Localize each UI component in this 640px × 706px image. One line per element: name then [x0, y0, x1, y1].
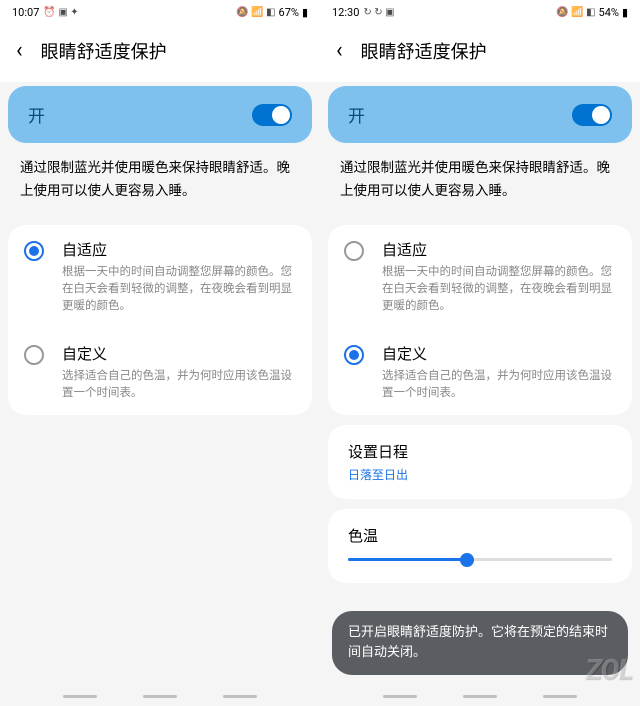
- slider-thumb[interactable]: [460, 553, 474, 567]
- description-text: 通过限制蓝光并使用暖色来保持眼睛舒适。晚上使用可以使人更容易入睡。: [320, 143, 640, 225]
- radio-title: 自适应: [382, 239, 612, 260]
- radio-option-adaptive[interactable]: 自适应 根据一天中的时间自动调整您屏幕的颜色。您在白天会看到轻微的调整，在夜晚会…: [328, 225, 632, 329]
- radio-option-custom[interactable]: 自定义 选择适合自己的色温，并为何时应用该色温设置一个时间表。: [328, 329, 632, 416]
- status-notif-icons: ↻ ↻ ▣: [363, 7, 394, 18]
- status-battery: 67%: [279, 6, 299, 19]
- status-notif-icons: ⏰ ▣ ✦: [43, 7, 78, 18]
- description-text: 通过限制蓝光并使用暖色来保持眼睛舒适。晚上使用可以使人更容易入睡。: [0, 143, 320, 225]
- nav-hint: [543, 695, 577, 698]
- back-icon[interactable]: ‹: [16, 40, 23, 62]
- toggle-switch[interactable]: [572, 104, 612, 126]
- radio-title: 自适应: [62, 239, 292, 260]
- phone-left: 10:07 ⏰ ▣ ✦ 🔕 📶 ◧ 67% ▮ ‹ 眼睛舒适度保护 开 通过限制…: [0, 0, 320, 706]
- temp-slider[interactable]: [348, 558, 612, 561]
- battery-icon: ▮: [302, 6, 308, 19]
- radio-desc: 根据一天中的时间自动调整您屏幕的颜色。您在白天会看到轻微的调整，在夜晚会看到明显…: [62, 263, 292, 315]
- toast-message: 已开启眼睛舒适度防护。它将在预定的结束时间自动关闭。: [332, 611, 628, 675]
- schedule-value: 日落至日出: [348, 466, 612, 483]
- radio-option-adaptive[interactable]: 自适应 根据一天中的时间自动调整您屏幕的颜色。您在白天会看到轻微的调整，在夜晚会…: [8, 225, 312, 329]
- options-card: 自适应 根据一天中的时间自动调整您屏幕的颜色。您在白天会看到轻微的调整，在夜晚会…: [8, 225, 312, 415]
- radio-title: 自定义: [382, 343, 612, 364]
- page-title: 眼睛舒适度保护: [41, 38, 167, 64]
- master-toggle-card[interactable]: 开: [328, 86, 632, 143]
- color-temp-card: 色温: [328, 509, 632, 583]
- header: ‹ 眼睛舒适度保护: [320, 24, 640, 82]
- radio-desc: 选择适合自己的色温，并为何时应用该色温设置一个时间表。: [382, 367, 612, 402]
- radio-icon[interactable]: [24, 241, 44, 261]
- options-card: 自适应 根据一天中的时间自动调整您屏幕的颜色。您在白天会看到轻微的调整，在夜晚会…: [328, 225, 632, 415]
- master-toggle-card[interactable]: 开: [8, 86, 312, 143]
- toggle-label: 开: [348, 102, 365, 127]
- nav-hint: [463, 695, 497, 698]
- schedule-card[interactable]: 设置日程 日落至日出: [328, 425, 632, 499]
- status-bar: 10:07 ⏰ ▣ ✦ 🔕 📶 ◧ 67% ▮: [0, 0, 320, 24]
- radio-option-custom[interactable]: 自定义 选择适合自己的色温，并为何时应用该色温设置一个时间表。: [8, 329, 312, 416]
- temp-title: 色温: [348, 525, 612, 546]
- page-title: 眼睛舒适度保护: [361, 38, 487, 64]
- schedule-title: 设置日程: [348, 441, 612, 462]
- status-time: 12:30: [332, 6, 359, 19]
- toggle-switch[interactable]: [252, 104, 292, 126]
- nav-hint: [143, 695, 177, 698]
- nav-hints: [0, 695, 320, 698]
- slider-fill: [348, 558, 467, 561]
- nav-hint: [223, 695, 257, 698]
- radio-icon[interactable]: [24, 345, 44, 365]
- toggle-label: 开: [28, 102, 45, 127]
- status-battery: 54%: [599, 6, 619, 19]
- phone-right: 12:30 ↻ ↻ ▣ 🔕 📶 ◧ 54% ▮ ‹ 眼睛舒适度保护 开 通过限制…: [320, 0, 640, 706]
- status-network-icons: 🔕 📶 ◧: [236, 7, 275, 18]
- battery-icon: ▮: [622, 6, 628, 19]
- nav-hint: [63, 695, 97, 698]
- nav-hint: [383, 695, 417, 698]
- radio-desc: 根据一天中的时间自动调整您屏幕的颜色。您在白天会看到轻微的调整，在夜晚会看到明显…: [382, 263, 612, 315]
- radio-desc: 选择适合自己的色温，并为何时应用该色温设置一个时间表。: [62, 367, 292, 402]
- header: ‹ 眼睛舒适度保护: [0, 24, 320, 82]
- status-bar: 12:30 ↻ ↻ ▣ 🔕 📶 ◧ 54% ▮: [320, 0, 640, 24]
- status-time: 10:07: [12, 6, 39, 19]
- status-network-icons: 🔕 📶 ◧: [556, 7, 595, 18]
- radio-icon[interactable]: [344, 241, 364, 261]
- radio-icon[interactable]: [344, 345, 364, 365]
- back-icon[interactable]: ‹: [336, 40, 343, 62]
- nav-hints: [320, 695, 640, 698]
- radio-title: 自定义: [62, 343, 292, 364]
